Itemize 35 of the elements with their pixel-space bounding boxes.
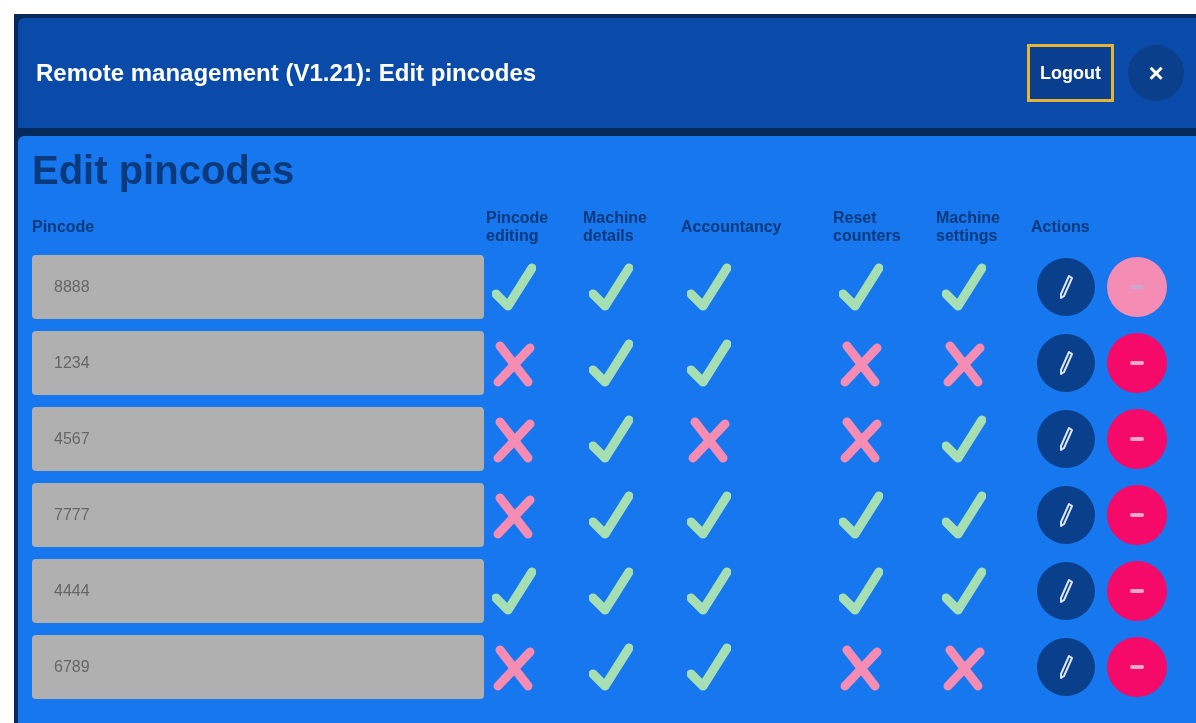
column-header: Machine settings [935, 209, 1001, 245]
pincode-field[interactable]: 4444 [32, 559, 484, 623]
edit-button[interactable] [1037, 638, 1095, 696]
edit-button[interactable] [1037, 486, 1095, 544]
minus-icon [1130, 285, 1144, 289]
column-header: Reset counters [832, 209, 902, 245]
pincode-field[interactable]: 6789 [32, 635, 484, 699]
pencil-icon [1058, 274, 1074, 300]
minus-icon [1130, 513, 1144, 517]
window-title: Remote management (V1.21): Edit pincodes [36, 58, 538, 88]
pencil-icon [1058, 654, 1074, 680]
pencil-icon [1058, 426, 1074, 452]
column-header: Machine details [582, 209, 648, 245]
pincode-field[interactable]: 1234 [32, 331, 484, 395]
column-header: Accountancy [680, 218, 783, 236]
pincode-field[interactable]: 7777 [32, 483, 484, 547]
page-heading: Edit pincodes [32, 147, 296, 194]
pencil-icon [1058, 502, 1074, 528]
minus-icon [1130, 437, 1144, 441]
edit-button[interactable] [1037, 334, 1095, 392]
edit-button[interactable] [1037, 258, 1095, 316]
logout-button[interactable]: Logout [1027, 44, 1114, 102]
column-header: Pincode editing [485, 209, 550, 245]
pencil-icon [1058, 350, 1074, 376]
pencil-icon [1058, 578, 1074, 604]
pincode-field[interactable]: 4567 [32, 407, 484, 471]
pincode-field[interactable]: 8888 [32, 255, 484, 319]
minus-icon [1130, 665, 1144, 669]
column-header: Actions [1030, 218, 1091, 236]
edit-button[interactable] [1037, 410, 1095, 468]
close-button[interactable]: × [1128, 45, 1184, 101]
minus-icon [1130, 589, 1144, 593]
column-header: Pincode [32, 218, 96, 236]
minus-icon [1130, 361, 1144, 365]
edit-button[interactable] [1037, 562, 1095, 620]
